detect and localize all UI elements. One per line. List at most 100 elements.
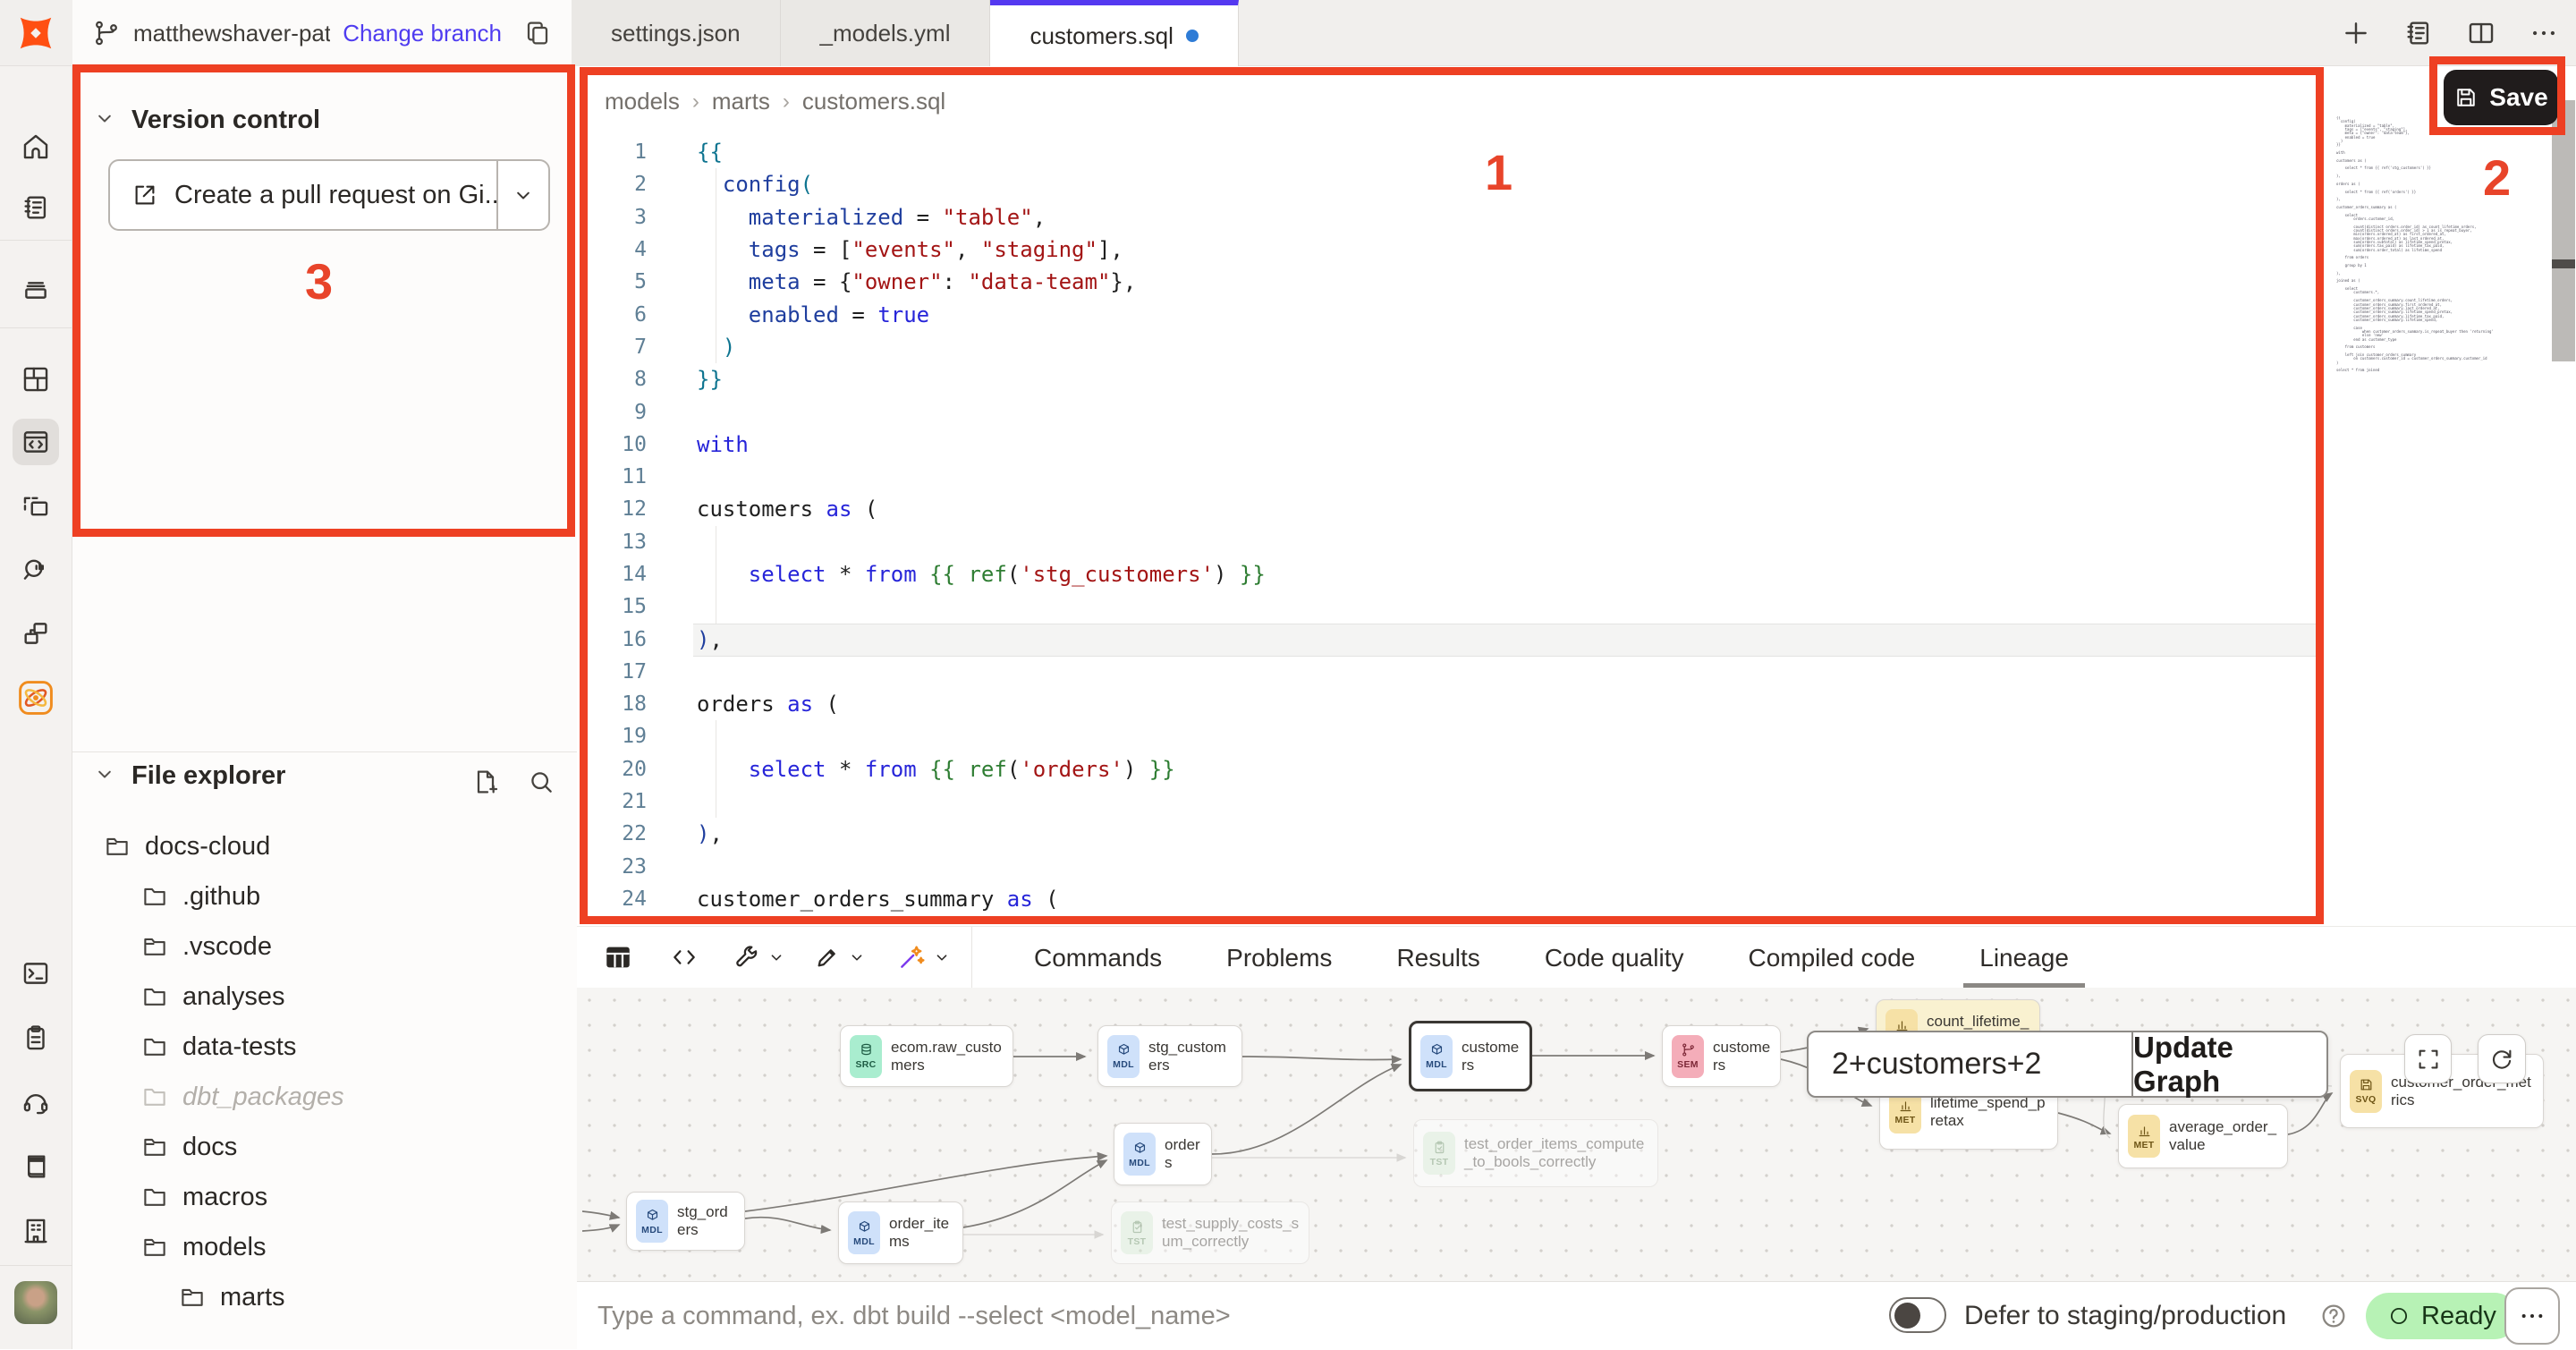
code-line-20[interactable]: 20 select * from {{ ref('orders') }} bbox=[577, 753, 2330, 785]
copilot-wand-icon[interactable] bbox=[894, 939, 929, 975]
breadcrumb-item[interactable]: customers.sql bbox=[802, 88, 945, 115]
changelog-icon[interactable] bbox=[2402, 17, 2435, 49]
code-line-15[interactable]: 15 bbox=[577, 590, 2330, 623]
clipboard-icon[interactable] bbox=[13, 1015, 59, 1061]
terminal-icon[interactable] bbox=[13, 950, 59, 997]
bottom-tab-results[interactable]: Results bbox=[1364, 927, 1512, 989]
lineage-node-stg_customers[interactable]: MDLstg_customers bbox=[1097, 1025, 1242, 1087]
update-graph-button[interactable]: Update Graph bbox=[2131, 1032, 2326, 1096]
refresh-graph-icon[interactable] bbox=[2478, 1034, 2526, 1083]
defer-toggle[interactable] bbox=[1889, 1297, 1946, 1333]
bottom-tab-code-quality[interactable]: Code quality bbox=[1513, 927, 1716, 989]
code-line-2[interactable]: 2 config( bbox=[577, 168, 2330, 200]
lineage-node-order_items[interactable]: MDLorder_items bbox=[838, 1201, 963, 1264]
lineage-node-customers[interactable]: SEMcustomers bbox=[1662, 1025, 1781, 1087]
minimap[interactable]: {{ config( materialized = "table", tags … bbox=[2336, 116, 2551, 653]
book-icon[interactable] bbox=[13, 1143, 59, 1190]
codewin-icon[interactable] bbox=[13, 419, 59, 465]
build-wrench-icon[interactable] bbox=[729, 939, 765, 975]
code-line-7[interactable]: 7 ) bbox=[577, 331, 2330, 363]
fullscreen-icon[interactable] bbox=[2404, 1034, 2452, 1083]
file-search-icon[interactable] bbox=[521, 762, 561, 802]
preview-table-icon[interactable] bbox=[600, 939, 636, 975]
code-line-4[interactable]: 4 tags = ["events", "staging"], bbox=[577, 233, 2330, 266]
user-avatar[interactable] bbox=[13, 1279, 59, 1326]
file-tree-item-models[interactable]: models bbox=[72, 1222, 577, 1272]
file-tree-item-marts[interactable]: marts bbox=[72, 1272, 577, 1322]
code-line-14[interactable]: 14 select * from {{ ref('stg_customers')… bbox=[577, 558, 2330, 590]
code-line-8[interactable]: 8}} bbox=[577, 363, 2330, 395]
lineage-node-customers[interactable]: MDLcustomers bbox=[1409, 1021, 1532, 1091]
code-line-22[interactable]: 22), bbox=[577, 818, 2330, 850]
lineage-node-average_order_value[interactable]: METaverage_order_value bbox=[2118, 1104, 2288, 1168]
split-editor-icon[interactable] bbox=[2465, 17, 2497, 49]
code-line-17[interactable]: 17 bbox=[577, 656, 2330, 688]
help-question-icon[interactable] bbox=[2319, 1302, 2348, 1335]
scrollbar-thumb[interactable] bbox=[2552, 259, 2575, 268]
dbt-logo-icon[interactable] bbox=[13, 10, 59, 56]
create-pull-request-button[interactable]: Create a pull request on Gi... bbox=[108, 159, 550, 231]
bottom-tab-commands[interactable]: Commands bbox=[1002, 927, 1194, 989]
breadcrumb-item[interactable]: models bbox=[605, 88, 680, 115]
more-options-icon[interactable] bbox=[2528, 17, 2560, 49]
compile-code-icon[interactable] bbox=[666, 939, 702, 975]
lineage-node-ecom.raw_customers[interactable]: SRCecom.raw_customers bbox=[840, 1025, 1013, 1087]
code-line-21[interactable]: 21 bbox=[577, 785, 2330, 818]
file-tree-item-.vscode[interactable]: .vscode bbox=[72, 921, 577, 972]
notebook-icon[interactable] bbox=[13, 184, 59, 231]
file-tree-item-dbt_packages[interactable]: dbt_packages bbox=[72, 1072, 577, 1122]
tab-settings.json[interactable]: settings.json bbox=[572, 0, 781, 66]
code-lines[interactable]: 1{{2 config(3 materialized = "table",4 t… bbox=[577, 136, 2330, 915]
bottom-tab-lineage[interactable]: Lineage bbox=[1947, 927, 2101, 989]
code-line-1[interactable]: 1{{ bbox=[577, 136, 2330, 168]
code-line-6[interactable]: 6 enabled = true bbox=[577, 298, 2330, 330]
lineage-node-test_supply_costs_sum_correctly[interactable]: TSTtest_supply_costs_sum_correctly bbox=[1111, 1201, 1309, 1264]
frame-icon[interactable] bbox=[13, 483, 59, 530]
code-line-18[interactable]: 18orders as ( bbox=[577, 688, 2330, 720]
chevron-down-icon[interactable] bbox=[765, 939, 788, 975]
code-line-13[interactable]: 13 bbox=[577, 526, 2330, 558]
breadcrumb-item[interactable]: marts bbox=[712, 88, 770, 115]
bottom-tab-problems[interactable]: Problems bbox=[1194, 927, 1364, 989]
status-ready-badge[interactable]: Ready bbox=[2366, 1293, 2518, 1339]
file-tree-item-analyses[interactable]: analyses bbox=[72, 972, 577, 1022]
copy-branch-icon[interactable] bbox=[523, 19, 552, 47]
tab-customers.sql[interactable]: customers.sql bbox=[990, 0, 1238, 66]
lineage-panel[interactable]: SRCecom.raw_customers MDLstg_customers MDL… bbox=[577, 988, 2576, 1281]
code-line-3[interactable]: 3 materialized = "table", bbox=[577, 201, 2330, 233]
atom-icon[interactable] bbox=[13, 675, 59, 721]
file-tree-item-data-tests[interactable]: data-tests bbox=[72, 1022, 577, 1072]
file-tree-item-macros[interactable]: macros bbox=[72, 1172, 577, 1222]
file-tree-item-docs-cloud[interactable]: docs-cloud bbox=[72, 821, 577, 871]
file-tree-item-.github[interactable]: .github bbox=[72, 871, 577, 921]
searchchart-icon[interactable] bbox=[13, 546, 59, 592]
save-button[interactable]: Save bbox=[2444, 70, 2558, 125]
file-tree-item-docs[interactable]: docs bbox=[72, 1122, 577, 1172]
code-editor[interactable]: models›marts›customers.sql 1{{2 config(3… bbox=[577, 66, 2576, 926]
command-input[interactable]: Type a command, ex. dbt build --select <… bbox=[597, 1282, 1760, 1350]
code-line-11[interactable]: 11 bbox=[577, 461, 2330, 493]
building-icon[interactable] bbox=[13, 1208, 59, 1254]
drawer-icon[interactable] bbox=[13, 265, 59, 311]
headset-icon[interactable] bbox=[13, 1079, 59, 1125]
home-icon[interactable] bbox=[13, 123, 59, 170]
pull-request-dropdown-caret[interactable] bbox=[496, 161, 548, 229]
lineage-node-test_order_items_compute_to_bools_correctly[interactable]: TSTtest_order_items_compute_to_bools_cor… bbox=[1413, 1119, 1658, 1187]
code-line-10[interactable]: 10with bbox=[577, 429, 2330, 461]
code-line-23[interactable]: 23 bbox=[577, 851, 2330, 883]
version-control-header[interactable]: Version control bbox=[72, 93, 577, 147]
lineage-node-orders[interactable]: MDLorders bbox=[1114, 1123, 1212, 1185]
lineage-node-stg_orders[interactable]: MDLstg_orders bbox=[626, 1192, 745, 1251]
code-line-9[interactable]: 9 bbox=[577, 395, 2330, 428]
code-line-16[interactable]: 16), bbox=[577, 623, 2330, 655]
code-line-19[interactable]: 19 bbox=[577, 720, 2330, 752]
code-line-12[interactable]: 12customers as ( bbox=[577, 493, 2330, 525]
windows-icon[interactable] bbox=[13, 610, 59, 657]
scrollbar-track[interactable] bbox=[2552, 100, 2575, 361]
code-line-24[interactable]: 24customer_orders_summary as ( bbox=[577, 883, 2330, 915]
bottom-tab-compiled-code[interactable]: Compiled code bbox=[1716, 927, 1947, 989]
chevron-down-icon[interactable] bbox=[845, 939, 869, 975]
chevron-down-icon[interactable] bbox=[930, 939, 953, 975]
status-more-button[interactable] bbox=[2504, 1287, 2560, 1345]
change-branch-link[interactable]: Change branch bbox=[343, 20, 502, 47]
